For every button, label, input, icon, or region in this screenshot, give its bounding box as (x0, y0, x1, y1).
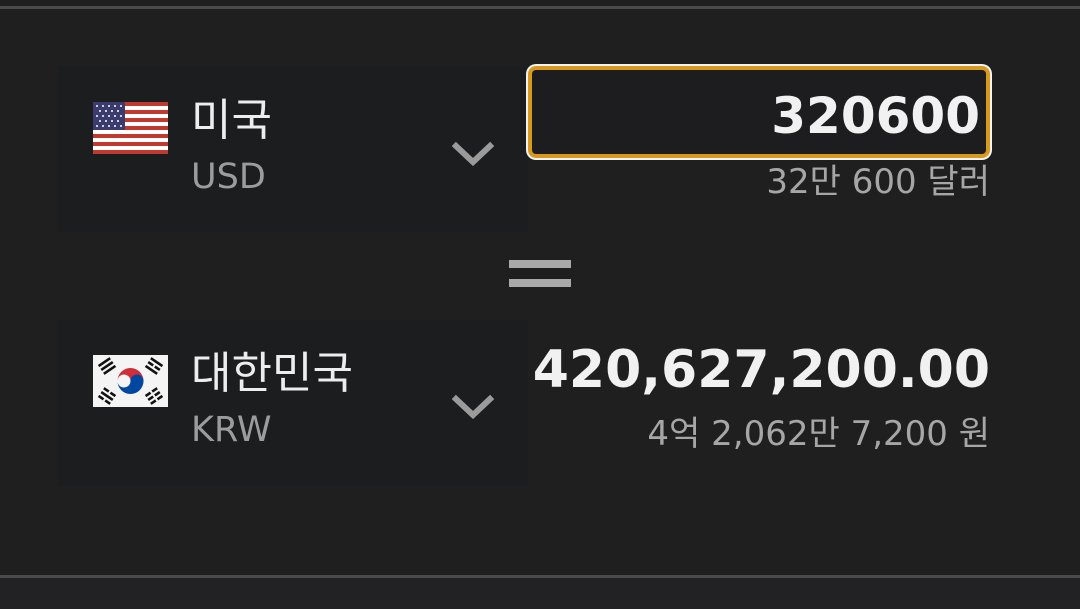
bottom-strip (0, 578, 1080, 609)
chevron-down-icon[interactable] (451, 392, 495, 422)
currency-converter: 미국 USD 32만 600 달러 (0, 0, 1080, 609)
top-divider (0, 6, 1080, 9)
kr-flag-icon (93, 355, 168, 407)
converted-amount: 420,627,200.00 (532, 340, 990, 400)
from-currency-code: USD (191, 157, 266, 197)
from-amount-words: 32만 600 달러 (766, 162, 990, 202)
us-flag-icon (93, 102, 168, 154)
to-currency-code: KRW (191, 410, 272, 450)
equals-icon (509, 258, 571, 290)
amount-input[interactable] (540, 86, 980, 146)
to-country-name: 대한민국 (191, 348, 353, 399)
amount-input-box[interactable] (528, 66, 990, 158)
from-currency-selector[interactable]: 미국 USD (58, 67, 528, 232)
to-currency-selector[interactable]: 대한민국 KRW (58, 320, 528, 485)
from-country-name: 미국 (191, 95, 272, 146)
to-amount-words: 4억 2,062만 7,200 원 (647, 414, 990, 454)
chevron-down-icon[interactable] (451, 139, 495, 169)
